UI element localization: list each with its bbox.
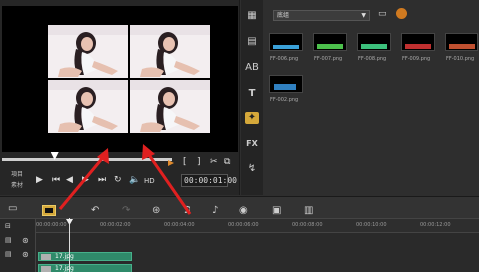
- track-visibility-icon[interactable]: ▤: [5, 236, 12, 244]
- thumbnail-label: FF-010.png: [446, 56, 475, 62]
- folder-icon[interactable]: ▭: [378, 9, 387, 19]
- timeline-ruler[interactable]: 00:00:00:00 00:00:02:00 00:00:04:00 00:0…: [36, 219, 479, 233]
- title-icon[interactable]: T: [245, 88, 259, 100]
- photo-tile-top-right: [130, 25, 210, 78]
- thumbnail-label: FF-008.png: [358, 56, 387, 62]
- mark-out-button[interactable]: ]: [197, 157, 201, 167]
- timeline-clip[interactable]: 17.jpg: [38, 264, 132, 272]
- play-button[interactable]: ▶: [36, 175, 43, 185]
- media-icon[interactable]: ▦: [245, 10, 259, 22]
- thumbnail-graphic: [273, 45, 299, 49]
- graphics-icon[interactable]: ✦: [245, 112, 259, 124]
- thumbnail-label: FF-009.png: [402, 56, 431, 62]
- auto-music-icon[interactable]: ♪: [212, 205, 218, 216]
- track-lock-icon[interactable]: ▤: [5, 250, 12, 258]
- ruler-tick-label: 00:00:10:00: [356, 222, 387, 228]
- repeat-icon[interactable]: ↻: [114, 175, 122, 185]
- ruler-tick-label: 00:00:06:00: [228, 222, 259, 228]
- library-thumbnail[interactable]: [269, 33, 303, 51]
- thumbnail-graphic: [317, 44, 343, 49]
- clip-name: 17.jpg: [55, 253, 74, 260]
- annotation-arrow-left: [58, 148, 109, 210]
- filter-fx-icon[interactable]: FX: [245, 138, 259, 150]
- video-track-icon[interactable]: ⊛: [22, 236, 29, 245]
- photo-tile-bottom-left: [48, 80, 128, 133]
- thumbnail-label: FF-002.png: [270, 97, 299, 103]
- clip-thumbnail: [41, 254, 51, 260]
- preview-panel: [ ] ✂ ⧉ 項目 素材 ▶ ⏮ ◀ ▶ ⏭ ↻ 🔈 HD 00:00:01:…: [0, 0, 240, 195]
- ruler-tick-label: 00:00:02:00: [100, 222, 131, 228]
- thumbnail-graphic: [361, 44, 387, 49]
- library-panel: ▦ ▤ AB T ✦ FX ↯ 底组 ▼ ▭ FF-006.png FF-007…: [241, 0, 479, 195]
- timeline-view-glyph: [45, 208, 53, 213]
- thumbnail-graphic: [405, 44, 431, 49]
- clip-mode-label[interactable]: 素材: [11, 183, 23, 189]
- multi-camera-icon[interactable]: ▥: [304, 205, 313, 216]
- path-icon[interactable]: ↯: [245, 163, 259, 175]
- subtitle-editor-icon[interactable]: ▣: [272, 205, 281, 216]
- preview-screen: [2, 6, 238, 152]
- library-category-dropdown[interactable]: 底组 ▼: [273, 10, 370, 21]
- overlay-track-icon[interactable]: ⊛: [22, 250, 29, 259]
- library-sidebar: ▦ ▤ AB T ✦ FX ↯: [241, 0, 263, 195]
- dropdown-value: 底组: [277, 12, 290, 19]
- thumbnail-label: FF-007.png: [314, 56, 343, 62]
- thumbnail-graphic: [449, 44, 475, 49]
- thumbnail-graphic: [274, 84, 296, 90]
- ruler-tick-label: 00:00:08:00: [292, 222, 323, 228]
- storyboard-view-icon[interactable]: ▭: [8, 203, 17, 214]
- split-clip-icon[interactable]: ✂: [210, 157, 218, 167]
- timeline-clip[interactable]: 17.jpg: [38, 252, 132, 261]
- project-mode-label[interactable]: 項目: [11, 172, 23, 178]
- ruler-tick-label: 00:00:00:00: [36, 222, 67, 228]
- thumbnail-label: FF-006.png: [270, 56, 299, 62]
- track-header: ⊟ ⊛ ⊛ ▤ ▤: [0, 219, 36, 272]
- playhead-line[interactable]: [69, 218, 70, 272]
- library-thumbnail[interactable]: [357, 33, 391, 51]
- transition-icon[interactable]: AB: [245, 62, 259, 74]
- ruler-tick-label: 00:00:12:00: [420, 222, 451, 228]
- video-editor-window: [ ] ✂ ⧉ 項目 素材 ▶ ⏮ ◀ ▶ ⏭ ↻ 🔈 HD 00:00:01:…: [0, 0, 479, 272]
- clip-thumbnail: [41, 266, 51, 272]
- photo-tile-bottom-right: [130, 80, 210, 133]
- library-thumbnail[interactable]: [401, 33, 435, 51]
- library-thumbnail[interactable]: [445, 33, 478, 51]
- track-manager-icon[interactable]: ⊟: [5, 222, 11, 230]
- ruler-tick-label: 00:00:04:00: [164, 222, 195, 228]
- library-thumbnail[interactable]: [269, 75, 303, 93]
- copy-icon[interactable]: ⧉: [224, 157, 230, 167]
- instant-project-icon[interactable]: ▤: [245, 36, 259, 48]
- library-thumbnail[interactable]: [313, 33, 347, 51]
- import-icon[interactable]: [396, 8, 407, 19]
- annotation-arrow-right: [142, 144, 192, 215]
- timeline: ⊟ ⊛ ⊛ ▤ ▤ 00:00:00:00 00:00:02:00 00:00:…: [0, 218, 479, 272]
- chevron-down-icon: ▼: [361, 12, 366, 19]
- clip-name: 17.jpg: [55, 265, 74, 272]
- timeline-view-button[interactable]: [42, 205, 56, 216]
- photo-tile-top-left: [48, 25, 128, 78]
- motion-tracking-icon[interactable]: ◉: [239, 205, 248, 216]
- redo-icon[interactable]: ↷: [122, 205, 130, 216]
